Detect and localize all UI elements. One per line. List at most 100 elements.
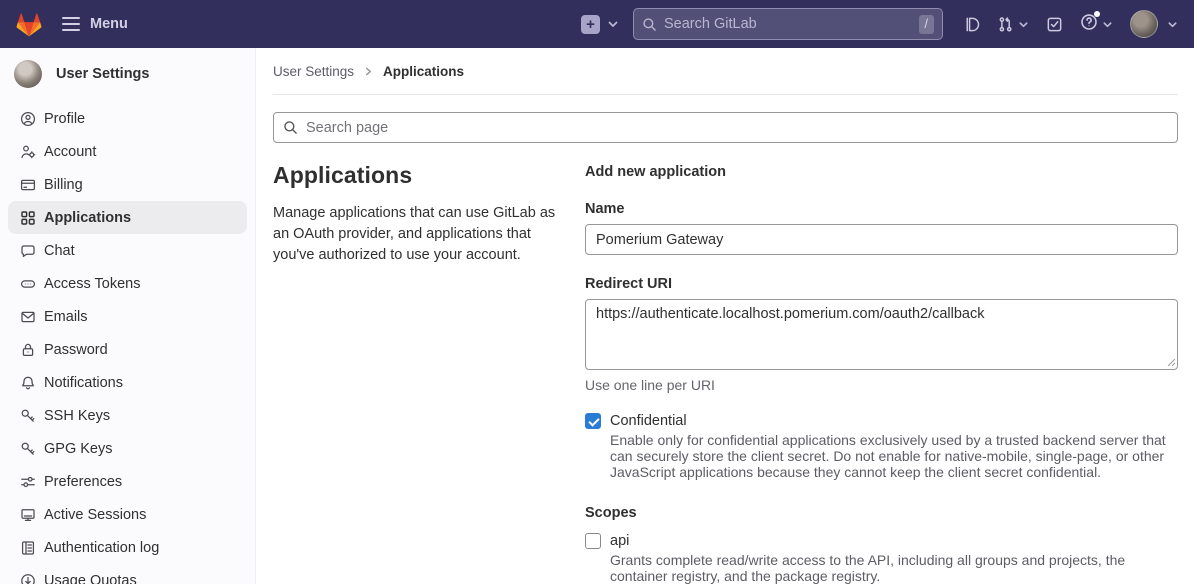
issues-icon xyxy=(963,16,980,33)
merge-requests-icon xyxy=(997,16,1014,33)
new-dropdown[interactable]: + xyxy=(581,15,619,34)
profile-icon xyxy=(20,111,36,127)
emails-icon xyxy=(20,309,36,325)
sidebar-item-account[interactable]: Account xyxy=(8,135,247,168)
merge-requests-dropdown[interactable] xyxy=(997,16,1029,33)
sidebar-item-preferences[interactable]: Preferences xyxy=(8,465,247,498)
search-icon xyxy=(642,17,657,32)
sidebar-item-authentication-log[interactable]: Authentication log xyxy=(8,531,247,564)
sidebar-nav: Profile Account Billing xyxy=(0,102,255,584)
ssh-keys-icon xyxy=(20,408,36,424)
confidential-checkbox-row[interactable]: Confidential xyxy=(585,413,1178,429)
sidebar-title: User Settings xyxy=(56,66,149,82)
sidebar-item-billing[interactable]: Billing xyxy=(8,168,247,201)
api-checkbox[interactable] xyxy=(585,533,601,549)
global-search-input[interactable] xyxy=(664,16,919,32)
user-avatar xyxy=(14,60,42,88)
menu-label: Menu xyxy=(90,16,128,32)
chat-icon xyxy=(20,243,36,259)
redirect-uri-field[interactable]: https://authenticate.localhost.pomerium.… xyxy=(585,299,1178,370)
sidebar-item-ssh-keys[interactable]: SSH Keys xyxy=(8,399,247,432)
confidential-description: Enable only for confidential application… xyxy=(610,432,1178,480)
sidebar-item-label: Password xyxy=(44,342,108,358)
page-search[interactable] xyxy=(273,112,1178,143)
chevron-down-icon xyxy=(607,18,619,30)
menu-button[interactable]: Menu xyxy=(62,16,128,32)
preferences-icon xyxy=(20,474,36,490)
sidebar-item-label: Emails xyxy=(44,309,88,325)
sidebar-item-emails[interactable]: Emails xyxy=(8,300,247,333)
name-field[interactable] xyxy=(585,224,1178,255)
applications-icon xyxy=(20,210,36,226)
sidebar-item-label: GPG Keys xyxy=(44,441,113,457)
usage-quotas-icon xyxy=(20,573,36,584)
top-navbar: Menu + / xyxy=(0,0,1194,48)
page-title: Applications xyxy=(273,162,561,189)
page-search-input[interactable] xyxy=(306,120,1168,136)
redirect-uri-hint: Use one line per URI xyxy=(585,377,1178,393)
breadcrumb-user-settings[interactable]: User Settings xyxy=(273,64,354,79)
gitlab-logo[interactable] xyxy=(16,12,42,37)
sidebar-item-active-sessions[interactable]: Active Sessions xyxy=(8,498,247,531)
sidebar-item-label: Applications xyxy=(44,210,131,226)
api-checkbox-row[interactable]: api xyxy=(585,533,1178,549)
sidebar-item-gpg-keys[interactable]: GPG Keys xyxy=(8,432,247,465)
user-avatar xyxy=(1130,10,1158,38)
sidebar-item-applications[interactable]: Applications xyxy=(8,201,247,234)
sidebar-item-label: Active Sessions xyxy=(44,507,146,523)
gpg-keys-icon xyxy=(20,441,36,457)
breadcrumb: User Settings Applications xyxy=(273,48,1178,95)
sidebar-item-chat[interactable]: Chat xyxy=(8,234,247,267)
plus-icon: + xyxy=(581,15,600,34)
password-icon xyxy=(20,342,36,358)
help-icon-wrap xyxy=(1080,13,1098,36)
search-icon xyxy=(283,120,298,135)
notifications-icon xyxy=(20,375,36,391)
add-application-form: Add new application Name Redirect URI ht… xyxy=(585,162,1178,584)
sidebar-item-label: Billing xyxy=(44,177,83,193)
sidebar-item-label: Usage Quotas xyxy=(44,573,137,584)
resize-grip-icon[interactable] xyxy=(1166,357,1176,367)
sidebar-item-access-tokens[interactable]: Access Tokens xyxy=(8,267,247,300)
redirect-uri-label: Redirect URI xyxy=(585,276,1178,292)
account-icon xyxy=(20,144,36,160)
todos-button[interactable] xyxy=(1046,16,1063,33)
active-sessions-icon xyxy=(20,507,36,523)
global-search[interactable]: / xyxy=(633,8,943,40)
main-content: User Settings Applications Applications … xyxy=(256,48,1194,584)
breadcrumb-applications: Applications xyxy=(383,64,464,79)
sidebar-item-label: Account xyxy=(44,144,96,160)
sidebar-item-label: Authentication log xyxy=(44,540,159,556)
gitlab-tanuki-icon xyxy=(16,12,42,37)
access-tokens-icon xyxy=(20,276,36,292)
form-heading: Add new application xyxy=(585,164,1178,180)
api-label: api xyxy=(610,533,629,549)
search-shortcut-key: / xyxy=(919,15,934,34)
sidebar-item-notifications[interactable]: Notifications xyxy=(8,366,247,399)
help-dropdown[interactable] xyxy=(1080,13,1113,36)
settings-sidebar: User Settings Profile Account xyxy=(0,48,256,584)
sidebar-item-password[interactable]: Password xyxy=(8,333,247,366)
page-description: Manage applications that can use GitLab … xyxy=(273,203,561,266)
section-intro: Applications Manage applications that ca… xyxy=(273,162,561,584)
chevron-down-icon xyxy=(1102,19,1113,30)
api-description: Grants complete read/write access to the… xyxy=(610,552,1178,584)
hamburger-icon xyxy=(62,17,80,31)
sidebar-item-label: Access Tokens xyxy=(44,276,140,292)
sidebar-item-label: SSH Keys xyxy=(44,408,110,424)
confidential-label: Confidential xyxy=(610,413,687,429)
todos-icon xyxy=(1046,16,1063,33)
name-label: Name xyxy=(585,201,1178,217)
chevron-down-icon xyxy=(1018,19,1029,30)
breadcrumb-chevron-icon xyxy=(364,67,373,76)
confidential-checkbox[interactable] xyxy=(585,413,601,429)
notification-dot xyxy=(1094,11,1100,17)
user-menu[interactable] xyxy=(1130,10,1178,38)
sidebar-item-usage-quotas[interactable]: Usage Quotas xyxy=(8,564,247,584)
sidebar-item-profile[interactable]: Profile xyxy=(8,102,247,135)
chevron-down-icon xyxy=(1167,19,1178,30)
issues-button[interactable] xyxy=(963,16,980,33)
navbar-left: Menu xyxy=(16,12,581,37)
sidebar-item-label: Profile xyxy=(44,111,85,127)
sidebar-item-label: Preferences xyxy=(44,474,122,490)
